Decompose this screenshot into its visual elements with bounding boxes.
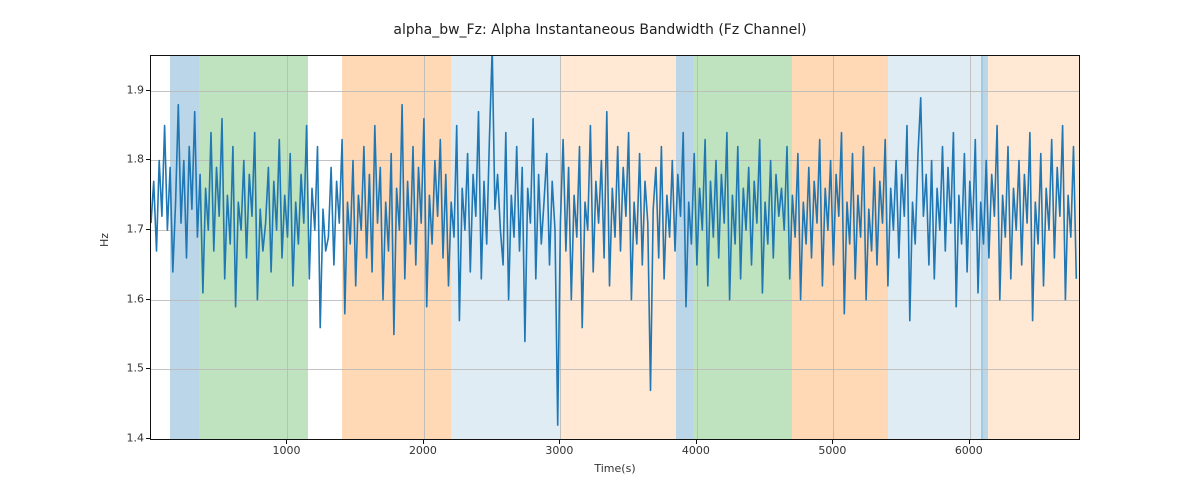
y-tick-mark <box>146 159 150 160</box>
grid-line-horizontal <box>151 369 1079 370</box>
y-tick-label: 1.5 <box>104 362 144 375</box>
x-tick-label: 6000 <box>955 444 983 457</box>
background-span <box>981 56 988 439</box>
axes-area <box>150 55 1080 440</box>
x-tick-label: 2000 <box>409 444 437 457</box>
x-tick-mark <box>832 440 833 444</box>
grid-line-vertical <box>424 56 425 439</box>
background-span <box>560 56 676 439</box>
background-span <box>170 56 199 439</box>
x-tick-label: 5000 <box>818 444 846 457</box>
x-tick-mark <box>696 440 697 444</box>
x-axis-label: Time(s) <box>150 462 1080 475</box>
background-span <box>676 56 692 439</box>
grid-line-horizontal <box>151 91 1079 92</box>
y-tick-mark <box>146 438 150 439</box>
y-tick-label: 1.7 <box>104 223 144 236</box>
y-tick-label: 1.6 <box>104 292 144 305</box>
grid-line-horizontal <box>151 160 1079 161</box>
background-span <box>693 56 793 439</box>
x-tick-label: 3000 <box>545 444 573 457</box>
y-tick-mark <box>146 90 150 91</box>
background-span <box>988 56 1079 439</box>
y-tick-label: 1.8 <box>104 153 144 166</box>
grid-line-vertical <box>833 56 834 439</box>
x-tick-mark <box>559 440 560 444</box>
background-span <box>792 56 888 439</box>
figure: alpha_bw_Fz: Alpha Instantaneous Bandwid… <box>0 0 1200 500</box>
background-span <box>199 56 308 439</box>
y-tick-mark <box>146 299 150 300</box>
grid-line-vertical <box>697 56 698 439</box>
chart-title: alpha_bw_Fz: Alpha Instantaneous Bandwid… <box>0 22 1200 38</box>
x-tick-mark <box>423 440 424 444</box>
x-tick-mark <box>969 440 970 444</box>
grid-line-vertical <box>970 56 971 439</box>
y-tick-mark <box>146 368 150 369</box>
x-tick-label: 1000 <box>272 444 300 457</box>
y-tick-label: 1.9 <box>104 83 144 96</box>
background-span <box>451 56 560 439</box>
background-span <box>342 56 451 439</box>
grid-line-horizontal <box>151 230 1079 231</box>
x-tick-mark <box>286 440 287 444</box>
grid-line-vertical <box>560 56 561 439</box>
x-tick-label: 4000 <box>682 444 710 457</box>
grid-line-vertical <box>287 56 288 439</box>
y-tick-mark <box>146 229 150 230</box>
grid-line-horizontal <box>151 300 1079 301</box>
grid-line-horizontal <box>151 439 1079 440</box>
y-tick-label: 1.4 <box>104 432 144 445</box>
